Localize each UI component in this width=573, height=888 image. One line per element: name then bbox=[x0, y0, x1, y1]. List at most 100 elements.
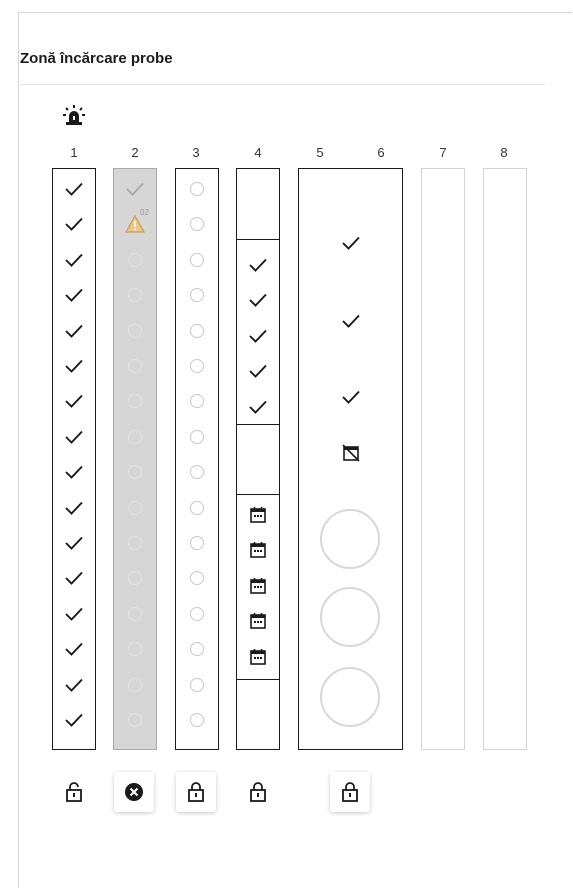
sample-slot[interactable] bbox=[53, 244, 95, 276]
sample-slot[interactable] bbox=[114, 598, 156, 630]
sample-slot[interactable] bbox=[176, 633, 218, 665]
sample-slot[interactable] bbox=[176, 279, 218, 311]
sample-slot[interactable] bbox=[114, 704, 156, 736]
sample-slot[interactable] bbox=[299, 227, 402, 259]
rack-1-lock-button[interactable] bbox=[54, 772, 94, 812]
sample-slot[interactable] bbox=[114, 173, 156, 205]
sample-slot[interactable] bbox=[176, 315, 218, 347]
sample-slot[interactable] bbox=[237, 499, 279, 531]
rack-2-error-button[interactable] bbox=[114, 772, 154, 812]
sample-slot[interactable] bbox=[176, 385, 218, 417]
sample-slot[interactable] bbox=[176, 208, 218, 240]
sample-slot[interactable] bbox=[114, 244, 156, 276]
column-number-7: 7 bbox=[439, 145, 447, 160]
empty-slot-indicator bbox=[128, 500, 142, 515]
check-icon bbox=[65, 289, 83, 303]
sample-slot[interactable] bbox=[114, 633, 156, 665]
sample-slot[interactable] bbox=[114, 385, 156, 417]
large-tube-position[interactable] bbox=[320, 509, 380, 569]
sample-slot[interactable] bbox=[237, 249, 279, 281]
sample-slot[interactable] bbox=[176, 669, 218, 701]
column-number-1: 1 bbox=[70, 145, 78, 160]
empty-slot-indicator bbox=[190, 465, 204, 480]
empty-slot-indicator bbox=[128, 536, 142, 550]
sample-slot[interactable] bbox=[176, 598, 218, 630]
rack-4-divider bbox=[237, 424, 279, 425]
sample-slot[interactable] bbox=[237, 605, 279, 637]
sample-slot[interactable] bbox=[53, 385, 95, 417]
sample-slot[interactable] bbox=[299, 381, 402, 413]
check-icon bbox=[65, 324, 83, 338]
empty-slot-indicator bbox=[190, 182, 204, 196]
rack-5-6[interactable] bbox=[298, 168, 403, 750]
empty-slot-indicator bbox=[190, 323, 204, 338]
sample-slot[interactable] bbox=[176, 350, 218, 382]
empty-slot-indicator bbox=[128, 323, 142, 338]
large-tube-position[interactable] bbox=[320, 667, 380, 727]
sample-slot[interactable] bbox=[237, 641, 279, 673]
sample-slot[interactable] bbox=[53, 704, 95, 736]
sample-slot[interactable] bbox=[114, 350, 156, 382]
rack-7[interactable] bbox=[421, 168, 465, 750]
rack-8[interactable] bbox=[483, 168, 527, 750]
sample-slot[interactable] bbox=[114, 669, 156, 701]
sample-slot[interactable] bbox=[53, 315, 95, 347]
check-icon bbox=[65, 430, 83, 444]
check-icon bbox=[65, 218, 83, 232]
rack-1[interactable] bbox=[52, 168, 96, 750]
sample-slot[interactable] bbox=[114, 208, 156, 240]
sample-slot[interactable] bbox=[114, 279, 156, 311]
sample-slot[interactable] bbox=[237, 320, 279, 352]
panel-title: Zonă încărcare probe bbox=[20, 50, 173, 67]
sample-slot[interactable] bbox=[114, 562, 156, 594]
sample-slot[interactable] bbox=[53, 173, 95, 205]
sample-slot[interactable] bbox=[53, 492, 95, 524]
lock-icon bbox=[188, 782, 204, 802]
sample-slot[interactable] bbox=[237, 355, 279, 387]
rack-3[interactable] bbox=[175, 168, 219, 750]
rack-4-divider bbox=[237, 679, 279, 680]
rack-3-lock-button[interactable] bbox=[176, 772, 216, 812]
sample-slot[interactable] bbox=[53, 598, 95, 630]
rack-4[interactable] bbox=[236, 168, 280, 750]
sample-slot[interactable] bbox=[114, 421, 156, 453]
sample-slot[interactable] bbox=[176, 173, 218, 205]
calendar-icon bbox=[250, 542, 266, 559]
sample-slot[interactable] bbox=[53, 456, 95, 488]
sample-slot[interactable] bbox=[114, 527, 156, 559]
sample-slot[interactable] bbox=[176, 456, 218, 488]
sample-slot[interactable] bbox=[237, 284, 279, 316]
column-number-5: 5 bbox=[316, 145, 324, 160]
sample-slot[interactable] bbox=[299, 305, 402, 337]
sample-slot[interactable] bbox=[53, 562, 95, 594]
column-number-2: 2 bbox=[131, 145, 139, 160]
check-icon bbox=[65, 395, 83, 409]
sample-slot[interactable] bbox=[53, 527, 95, 559]
rack-4-lock-button[interactable] bbox=[238, 772, 278, 812]
expired-slot[interactable] bbox=[299, 437, 402, 469]
sample-slot[interactable] bbox=[53, 350, 95, 382]
large-tube-position[interactable] bbox=[320, 587, 380, 647]
sample-slot[interactable] bbox=[176, 527, 218, 559]
sample-slot[interactable] bbox=[176, 244, 218, 276]
sample-slot[interactable] bbox=[114, 492, 156, 524]
empty-slot-indicator bbox=[128, 394, 142, 409]
calendar-icon bbox=[250, 613, 266, 629]
sample-slot[interactable] bbox=[176, 562, 218, 594]
rack-5-6-lock-button[interactable] bbox=[330, 772, 370, 812]
sample-slot[interactable] bbox=[237, 391, 279, 423]
sample-slot[interactable] bbox=[176, 704, 218, 736]
sample-slot[interactable] bbox=[237, 570, 279, 602]
sample-slot[interactable] bbox=[53, 669, 95, 701]
empty-slot-indicator bbox=[190, 359, 204, 373]
sample-slot[interactable] bbox=[176, 492, 218, 524]
sample-slot[interactable] bbox=[237, 534, 279, 566]
sample-slot[interactable] bbox=[53, 279, 95, 311]
sample-slot[interactable] bbox=[53, 633, 95, 665]
sample-slot[interactable] bbox=[114, 315, 156, 347]
title-divider bbox=[20, 84, 545, 85]
sample-slot[interactable] bbox=[53, 208, 95, 240]
sample-slot[interactable] bbox=[114, 456, 156, 488]
sample-slot[interactable] bbox=[53, 421, 95, 453]
sample-slot[interactable] bbox=[176, 421, 218, 453]
